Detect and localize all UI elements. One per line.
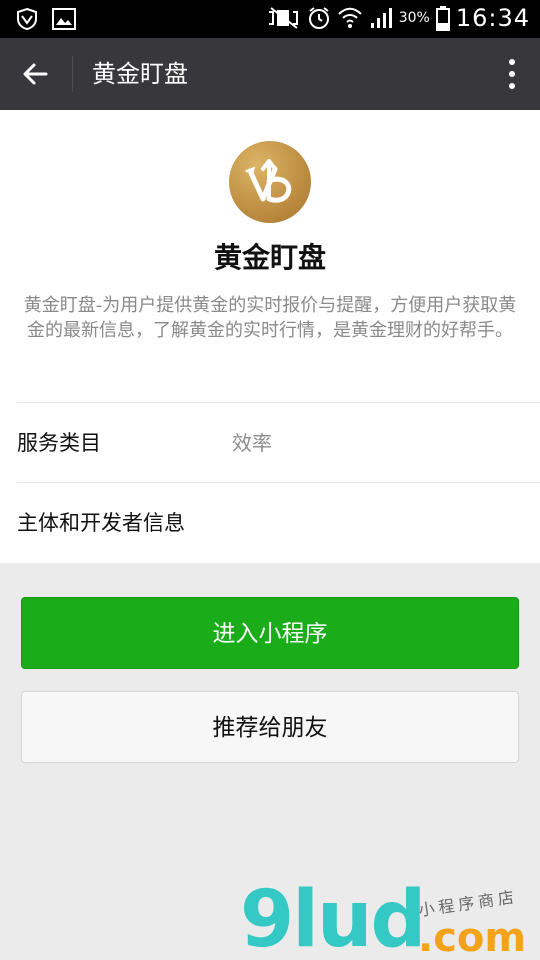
arrow-back-icon[interactable] — [20, 58, 52, 90]
watermark: 9lud 小程序商店 .com — [240, 880, 540, 960]
watermark-brand: 9lud — [240, 875, 426, 960]
battery-icon — [435, 6, 450, 31]
shield-icon — [17, 7, 37, 31]
status-bar: 30% 16:34 — [0, 0, 540, 38]
clock: 16:34 — [455, 4, 530, 32]
enter-mini-program-button[interactable]: 进入小程序 — [21, 597, 519, 669]
mini-program-card: 黄金盯盘 黄金盯盘-为用户提供黄金的实时报价与提醒，方便用户获取黄金的最新信息，… — [0, 110, 540, 563]
alarm-icon — [308, 7, 329, 29]
more-vert-icon[interactable] — [506, 56, 518, 92]
app-bar: 黄金盯盘 — [0, 38, 540, 110]
signal-icon — [370, 8, 392, 28]
page-title: 黄金盯盘 — [92, 60, 188, 88]
mini-program-name: 黄金盯盘 — [213, 241, 326, 274]
app-bar-divider — [72, 56, 73, 92]
gold-logo-icon — [229, 141, 311, 223]
divider — [17, 482, 540, 483]
watermark-domain: .com — [418, 915, 527, 960]
nfc-vibrate-icon — [268, 7, 298, 29]
image-icon — [52, 8, 76, 30]
service-category-value: 效率 — [232, 431, 272, 455]
battery-percent: 30% — [398, 10, 430, 26]
mini-program-description: 黄金盯盘-为用户提供黄金的实时报价与提醒，方便用户获取黄金的最新信息，了解黄金的… — [23, 295, 517, 341]
developer-info-row[interactable]: 主体和开发者信息 — [17, 508, 185, 538]
wifi-icon — [337, 7, 362, 28]
divider — [17, 402, 540, 403]
service-category-label: 服务类目 — [17, 431, 101, 455]
recommend-to-friend-button[interactable]: 推荐给朋友 — [21, 691, 519, 763]
